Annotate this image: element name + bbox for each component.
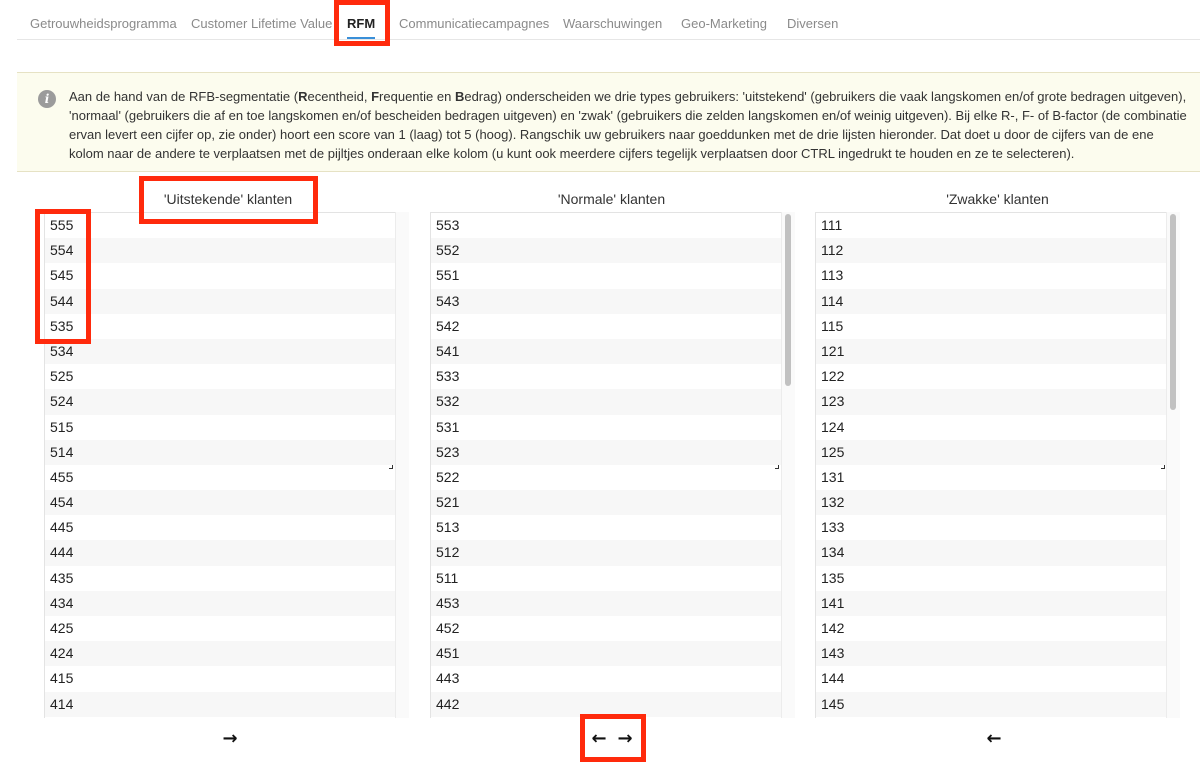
list-item[interactable]: 555 bbox=[45, 213, 395, 238]
tab-bar: Getrouwheidsprogramma Customer Lifetime … bbox=[17, 0, 1200, 40]
list-item[interactable]: 414 bbox=[45, 691, 395, 717]
scrollbar[interactable] bbox=[781, 212, 795, 718]
list-item[interactable]: 544 bbox=[45, 288, 395, 314]
list-item[interactable]: 451 bbox=[431, 641, 781, 667]
list-item[interactable]: 513 bbox=[431, 515, 781, 540]
tab-waarschuwingen[interactable]: Waarschuwingen bbox=[563, 0, 662, 40]
move-left-arrow-icon[interactable]: ← bbox=[984, 729, 1004, 749]
list-item[interactable]: 512 bbox=[431, 540, 781, 566]
list-item[interactable]: 552 bbox=[431, 238, 781, 264]
list-item[interactable]: 143 bbox=[816, 641, 1166, 667]
list-zwakke-klanten[interactable]: 111 112 113 114 115 121 122 123 124 125 131 132 133 1… bbox=[815, 212, 1167, 718]
list-item[interactable]: 121 bbox=[816, 338, 1166, 365]
list-item[interactable]: 551 bbox=[431, 263, 781, 288]
tab-customer-lifetime-value[interactable]: Customer Lifetime Value bbox=[191, 0, 332, 40]
list-item[interactable]: 125 bbox=[816, 439, 1166, 465]
list-item[interactable]: 113 bbox=[816, 263, 1166, 288]
list-item[interactable]: 133 bbox=[816, 515, 1166, 540]
info-box: i Aan de hand van de RFB-segmentatie (Re… bbox=[17, 72, 1200, 172]
list-item[interactable]: 122 bbox=[816, 364, 1166, 389]
info-icon: i bbox=[38, 90, 56, 108]
list-item[interactable]: 435 bbox=[45, 566, 395, 591]
list-uitstekende-klanten[interactable]: 555 554 545 544 535 534 525 524 515 514 455 454 445 4… bbox=[44, 212, 396, 718]
list-item[interactable]: 452 bbox=[431, 616, 781, 641]
info-bold-f: F bbox=[371, 89, 380, 104]
list-item[interactable]: 454 bbox=[45, 490, 395, 516]
list-item[interactable]: 453 bbox=[431, 590, 781, 616]
move-right-arrow-icon[interactable]: → bbox=[220, 729, 240, 749]
list-item[interactable]: 525 bbox=[45, 364, 395, 389]
scrollbar[interactable] bbox=[1166, 212, 1180, 718]
tab-rfm[interactable]: RFM bbox=[347, 0, 376, 40]
list-item[interactable]: 135 bbox=[816, 566, 1166, 591]
list-item[interactable]: 511 bbox=[431, 566, 781, 591]
scrollbar-thumb[interactable] bbox=[1170, 214, 1176, 410]
list-item[interactable]: 442 bbox=[431, 691, 781, 717]
list-item[interactable]: 114 bbox=[816, 288, 1166, 314]
list-item[interactable]: 424 bbox=[45, 641, 395, 667]
list-item[interactable]: 415 bbox=[45, 666, 395, 691]
list-item[interactable]: 111 bbox=[816, 213, 1166, 238]
list-item[interactable]: 434 bbox=[45, 590, 395, 616]
list-item[interactable]: 541 bbox=[431, 338, 781, 365]
tab-geo-marketing[interactable]: Geo-Marketing bbox=[681, 0, 767, 40]
list-item[interactable]: 131 bbox=[816, 465, 1166, 490]
list-item[interactable]: 443 bbox=[431, 666, 781, 691]
info-text-part: Aan de hand van de RFB-segmentatie ( bbox=[69, 89, 299, 104]
info-bold-b: B bbox=[454, 89, 465, 104]
list-item[interactable]: 444 bbox=[45, 540, 395, 566]
scrollbar-thumb[interactable] bbox=[785, 214, 791, 386]
list-item[interactable]: 425 bbox=[45, 616, 395, 641]
list-item[interactable]: 531 bbox=[431, 415, 781, 440]
list-item[interactable]: 522 bbox=[431, 465, 781, 490]
column-title-normale: 'Normale' klanten bbox=[557, 191, 666, 207]
list-item[interactable]: 132 bbox=[816, 490, 1166, 516]
list-item[interactable]: 124 bbox=[816, 415, 1166, 440]
resize-handle-icon bbox=[389, 465, 393, 469]
list-item[interactable]: 142 bbox=[816, 616, 1166, 641]
list-item[interactable]: 134 bbox=[816, 540, 1166, 566]
list-item[interactable]: 123 bbox=[816, 389, 1166, 415]
list-item[interactable]: 542 bbox=[431, 314, 781, 339]
list-item[interactable]: 115 bbox=[816, 314, 1166, 339]
move-right-arrow-icon[interactable]: → bbox=[615, 729, 635, 749]
list-item[interactable]: 554 bbox=[45, 238, 395, 264]
list-item[interactable]: 145 bbox=[816, 691, 1166, 717]
list-item[interactable]: 144 bbox=[816, 666, 1166, 691]
list-item[interactable]: 533 bbox=[431, 364, 781, 389]
list-item[interactable]: 524 bbox=[45, 389, 395, 415]
list-item[interactable]: 543 bbox=[431, 288, 781, 314]
resize-handle-icon bbox=[1161, 465, 1165, 469]
list-item[interactable]: 455 bbox=[45, 465, 395, 490]
list-item[interactable]: 535 bbox=[45, 314, 395, 339]
list-item[interactable]: 532 bbox=[431, 389, 781, 415]
list-item[interactable]: 523 bbox=[431, 439, 781, 465]
list-item[interactable]: 141 bbox=[816, 590, 1166, 616]
list-normale-klanten[interactable]: 553 552 551 543 542 541 533 532 531 523 522 521 513 5… bbox=[430, 212, 782, 718]
list-item[interactable]: 553 bbox=[431, 213, 781, 238]
column-title-uitstekende: 'Uitstekende' klanten bbox=[163, 191, 293, 207]
info-text-part: requentie en bbox=[379, 89, 455, 104]
list-item[interactable]: 515 bbox=[45, 415, 395, 440]
scrollbar[interactable] bbox=[395, 212, 409, 718]
info-text: Aan de hand van de RFB-segmentatie (Rece… bbox=[69, 87, 1189, 163]
move-left-arrow-icon[interactable]: ← bbox=[589, 729, 609, 749]
tab-communicatiecampagnes[interactable]: Communicatiecampagnes bbox=[399, 0, 549, 40]
list-item[interactable]: 445 bbox=[45, 515, 395, 540]
list-item[interactable]: 112 bbox=[816, 238, 1166, 264]
list-item[interactable]: 545 bbox=[45, 263, 395, 288]
tab-diversen[interactable]: Diversen bbox=[787, 0, 838, 40]
list-item[interactable]: 521 bbox=[431, 490, 781, 516]
column-title-zwakke: 'Zwakke' klanten bbox=[946, 191, 1049, 207]
list-item[interactable]: 534 bbox=[45, 338, 395, 365]
info-text-part: ecentheid, bbox=[307, 89, 372, 104]
tab-getrouwheidsprogramma[interactable]: Getrouwheidsprogramma bbox=[30, 0, 177, 40]
resize-handle-icon bbox=[775, 465, 779, 469]
list-item[interactable]: 514 bbox=[45, 439, 395, 465]
